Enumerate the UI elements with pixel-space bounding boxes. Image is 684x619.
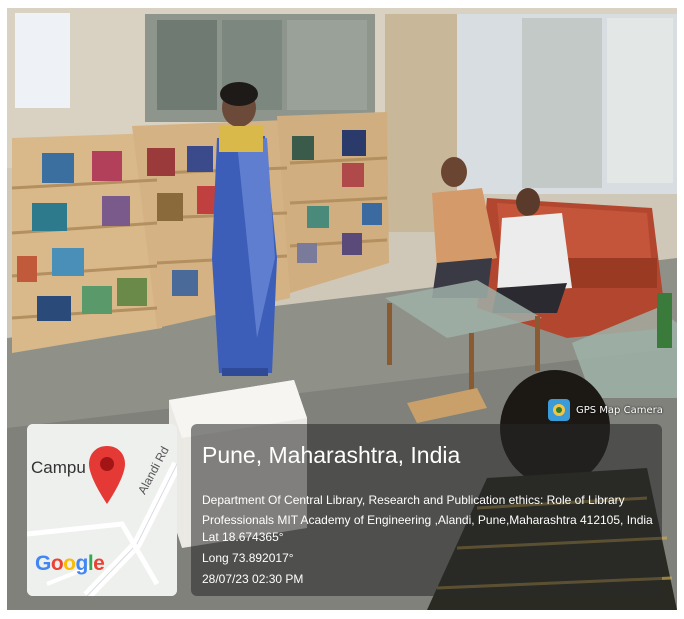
gps-map-camera-icon	[548, 399, 570, 421]
location-info-panel: Pune, Maharashtra, India Department Of C…	[191, 424, 662, 596]
longitude: Long 73.892017°	[202, 551, 294, 565]
city-title: Pune, Maharashtra, India	[202, 442, 461, 468]
address-text: Department Of Central Library, Research …	[202, 493, 653, 527]
map-place-label: Campu	[31, 458, 86, 477]
map-pin-icon	[89, 446, 125, 504]
latitude: Lat 18.674365°	[202, 530, 284, 544]
timestamp: 28/07/23 02:30 PM	[202, 572, 304, 586]
photo-frame: GPS Map Camera Campu Alandi Rd Google Pu…	[7, 8, 677, 610]
gps-map-camera-badge: GPS Map Camera	[548, 396, 663, 424]
gps-map-camera-label: GPS Map Camera	[576, 404, 663, 416]
map-thumbnail: Campu Alandi Rd Google	[27, 424, 177, 596]
google-logo: Google	[35, 552, 105, 575]
